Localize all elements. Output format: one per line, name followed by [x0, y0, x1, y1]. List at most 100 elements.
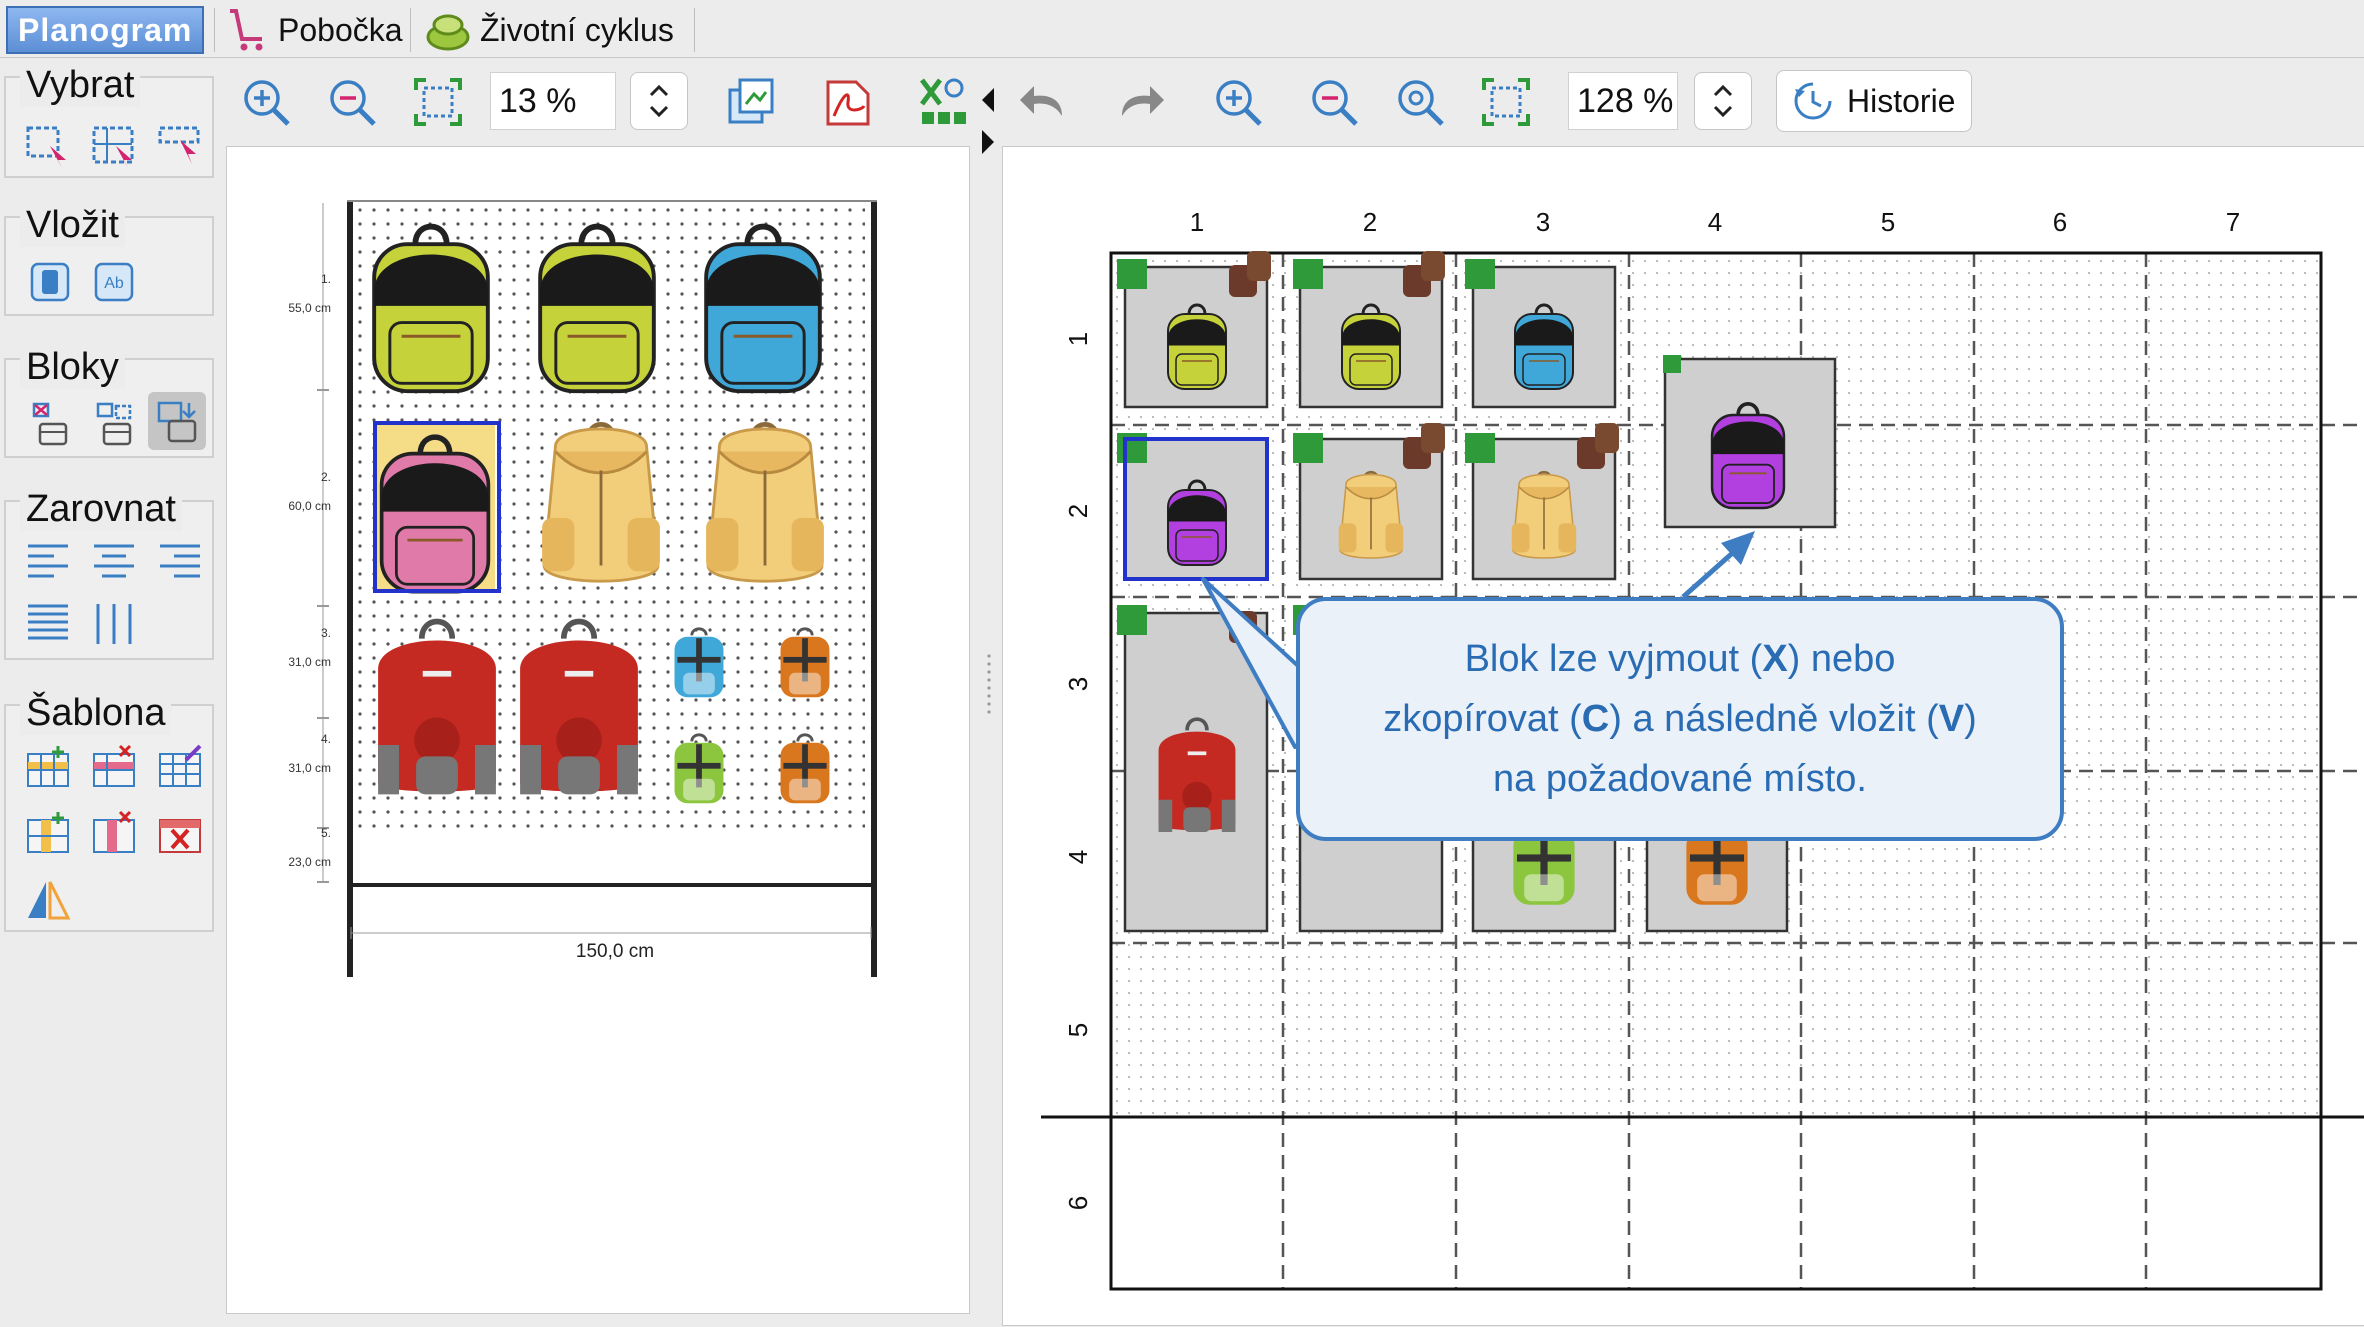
- justify-rows-icon[interactable]: [24, 600, 72, 648]
- group-vybrat-title: Vybrat: [20, 64, 141, 107]
- zoom-fit-icon[interactable]: [410, 74, 466, 130]
- editor-zoom-in-icon[interactable]: [1210, 74, 1266, 130]
- align-left-icon[interactable]: [24, 538, 72, 586]
- block-anchor-marker[interactable]: [1465, 259, 1495, 289]
- backpack-small-orange-1[interactable]: [779, 627, 831, 699]
- overview-zoom-field[interactable]: 13 %: [490, 72, 616, 130]
- pasted-block-purple[interactable]: [1663, 355, 1837, 529]
- backpack-beige-2[interactable]: [706, 424, 824, 581]
- column-header-4: 4: [1708, 207, 1722, 237]
- backpack-beige-1[interactable]: [542, 424, 660, 581]
- backpack-lime-1[interactable]: [374, 227, 488, 392]
- product-cell-r2c1-selected[interactable]: [1117, 433, 1269, 581]
- justify-columns-icon[interactable]: [90, 600, 138, 648]
- tab-zivotni-cyklus-label: Životní cyklus: [480, 11, 674, 48]
- paste-block-button[interactable]: [148, 392, 206, 450]
- callout-pointer-join: [1300, 640, 1316, 750]
- select-grid-icon[interactable]: [90, 122, 138, 170]
- splitter-grip-icon: [987, 654, 991, 714]
- template-add-column-icon[interactable]: [24, 810, 72, 858]
- group-zarovnat-title: Zarovnat: [20, 488, 182, 531]
- template-remove-row-icon[interactable]: [90, 744, 138, 792]
- block-anchor-marker[interactable]: [1663, 355, 1681, 373]
- backpack-lime-2[interactable]: [540, 227, 654, 392]
- block-anchor-marker[interactable]: [1465, 433, 1495, 463]
- shelf-5-num: 5.: [321, 826, 331, 840]
- copy-block-icon[interactable]: [90, 400, 138, 448]
- column-header-3: 3: [1536, 207, 1550, 237]
- zoom-in-icon[interactable]: [238, 74, 294, 130]
- editor-zoom-out-icon[interactable]: [1306, 74, 1362, 130]
- zoom-actual-size-icon[interactable]: [1392, 74, 1448, 130]
- history-button[interactable]: Historie: [1776, 70, 1972, 132]
- stepper-arrows-icon: [1713, 84, 1733, 118]
- block-anchor-marker[interactable]: [1117, 259, 1147, 289]
- shelf-2-num: 2.: [321, 470, 331, 484]
- block-anchor-marker[interactable]: [1117, 605, 1147, 635]
- stepper-arrows-icon: [649, 84, 669, 118]
- history-label: Historie: [1847, 82, 1956, 119]
- export-excel-icon[interactable]: [916, 74, 972, 130]
- callout-line-2: zkopírovat (C) a následně vložit (V): [1383, 698, 1977, 740]
- svg-text:Ab: Ab: [104, 275, 124, 292]
- product-cell-r1c3[interactable]: [1465, 259, 1617, 409]
- tab-zivotni-cyklus[interactable]: Životní cyklus: [424, 6, 674, 54]
- backpack-small-orange-2[interactable]: [779, 733, 831, 805]
- undo-icon[interactable]: [1016, 74, 1072, 130]
- group-vlozit: Vložit Ab: [4, 204, 214, 316]
- shelf-4-num: 4.: [321, 732, 331, 746]
- align-right-icon[interactable]: [156, 538, 204, 586]
- shelf-3-num: 3.: [321, 626, 331, 640]
- insert-product-icon[interactable]: [26, 258, 74, 306]
- cut-block-icon[interactable]: [26, 400, 74, 448]
- template-add-row-icon[interactable]: [24, 744, 72, 792]
- insert-text-icon[interactable]: Ab: [90, 258, 138, 306]
- zoom-out-icon[interactable]: [324, 74, 380, 130]
- backpack-blue[interactable]: [706, 227, 820, 392]
- row-header-2: 2: [1063, 504, 1093, 518]
- editor-zoom-stepper[interactable]: [1694, 72, 1752, 130]
- column-header-2: 2: [1363, 207, 1377, 237]
- product-cell-r2c3[interactable]: [1465, 423, 1619, 581]
- select-row-icon[interactable]: [156, 122, 204, 170]
- export-image-icon[interactable]: [724, 74, 780, 130]
- redo-icon[interactable]: [1112, 74, 1168, 130]
- group-bloky-title: Bloky: [20, 346, 125, 389]
- mirror-icon[interactable]: [24, 876, 72, 924]
- editor-zoom-fit-icon[interactable]: [1478, 74, 1534, 130]
- column-header-7: 7: [2226, 207, 2240, 237]
- backpack-small-green[interactable]: [673, 733, 725, 805]
- product-cell-r1c1[interactable]: [1117, 251, 1271, 409]
- board-left-post: [347, 201, 353, 977]
- align-center-icon[interactable]: [90, 538, 138, 586]
- panel-splitter[interactable]: [978, 146, 1000, 1314]
- product-cell-r1c2[interactable]: [1293, 251, 1445, 409]
- template-remove-column-icon[interactable]: [90, 810, 138, 858]
- callout-bubble: Blok lze vyjmout (X) nebo zkopírovat (C)…: [1296, 597, 2064, 841]
- group-sablona-title: Šablona: [20, 692, 172, 735]
- block-anchor-marker[interactable]: [1293, 259, 1323, 289]
- backpack-small-blue[interactable]: [673, 627, 725, 699]
- group-sablona: Šablona: [4, 692, 214, 932]
- lifecycle-icon: [426, 14, 470, 51]
- shopping-cart-icon: [230, 9, 263, 51]
- editor-zoom-field[interactable]: 128 %: [1568, 72, 1678, 130]
- row-header-3: 3: [1063, 677, 1093, 691]
- template-edit-icon[interactable]: [156, 744, 204, 792]
- board-base: [351, 883, 871, 887]
- backpack-pink-selected[interactable]: [382, 437, 489, 592]
- shelf-3-height: 31,0 cm: [288, 655, 331, 669]
- group-vybrat: Vybrat: [4, 64, 214, 178]
- collapse-left-icon[interactable]: [980, 86, 996, 114]
- product-cell-r2c2[interactable]: [1293, 423, 1445, 581]
- tab-pobocka[interactable]: Pobočka: [224, 6, 403, 54]
- overview-zoom-stepper[interactable]: [630, 72, 688, 130]
- template-delete-icon[interactable]: [156, 810, 204, 858]
- select-rectangle-icon[interactable]: [24, 122, 72, 170]
- export-pdf-icon[interactable]: [820, 74, 876, 130]
- block-anchor-marker[interactable]: [1293, 433, 1323, 463]
- group-bloky: Bloky: [4, 346, 214, 458]
- history-icon: [1794, 82, 1832, 120]
- tab-planogram[interactable]: Planogram: [6, 6, 205, 54]
- row-header-5: 5: [1063, 1023, 1093, 1037]
